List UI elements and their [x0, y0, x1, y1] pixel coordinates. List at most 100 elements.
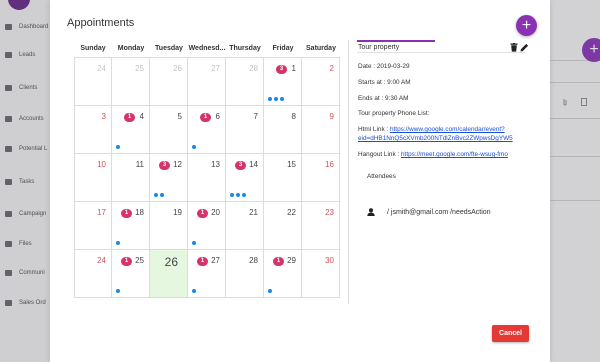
calendar-day[interactable]: 41	[112, 106, 150, 154]
calendar-day[interactable]: 13	[264, 58, 302, 106]
calendar-day[interactable]: 12 3	[150, 154, 188, 202]
calendar-day[interactable]: 21	[226, 202, 264, 250]
event-dot[interactable]	[192, 145, 196, 149]
calendar-day[interactable]: 10	[74, 154, 112, 202]
event-dot[interactable]	[268, 289, 272, 293]
calendar-day[interactable]: 7	[226, 106, 264, 154]
weekday-label: Thursday	[229, 45, 261, 52]
weekday-label: Tuesday	[155, 45, 183, 52]
event-dot[interactable]	[116, 145, 120, 149]
cancel-button[interactable]: Cancel	[492, 325, 529, 342]
day-number: 16	[325, 160, 334, 169]
calendar-day[interactable]: 24	[74, 58, 112, 106]
trash-icon[interactable]	[510, 43, 518, 52]
event-count-badge[interactable]: 1	[121, 209, 132, 218]
html-link-row-2: eid=dHB1NnQ5cXVmb200NTdlZnBvc2ZWpwsDgYW5	[358, 135, 513, 142]
html-link[interactable]: https://www.google.com/calendar/event?	[390, 126, 505, 133]
event-dot[interactable]	[274, 97, 278, 101]
day-number: 3	[101, 112, 106, 121]
event-count-badge[interactable]: 1	[273, 257, 284, 266]
event-dot[interactable]	[154, 193, 158, 197]
event-count-badge[interactable]: 3	[235, 161, 246, 170]
html-link-continued[interactable]: eid=dHB1NnQ5cXVmb200NTdlZnBvc2ZWpwsDgYW5	[358, 135, 513, 142]
weekday-label: Friday	[272, 45, 294, 52]
calendar-day[interactable]: 3	[74, 106, 112, 154]
calendar-day[interactable]: 20 1	[188, 202, 226, 250]
event-dot[interactable]	[116, 289, 120, 293]
event-dot[interactable]	[230, 193, 234, 197]
event-dots	[116, 289, 120, 293]
calendar-day[interactable]: 14 3	[226, 154, 264, 202]
month-calendar: Sunday Monday Tuesday Wednesd... Thursday Fri…	[74, 40, 340, 304]
calendar-day[interactable]: 27	[188, 58, 226, 106]
day-number: 6	[215, 112, 220, 121]
calendar-day[interactable]: 17	[74, 202, 112, 250]
day-number: 11	[135, 160, 144, 169]
calendar-day-today[interactable]: 26	[150, 250, 188, 298]
calendar-day[interactable]: 25 1	[112, 250, 150, 298]
calendar-day[interactable]: 2	[302, 58, 340, 106]
event-count-badge[interactable]: 3	[159, 161, 170, 170]
hangout-link-row: Hangout Link : https://meet.google.com/f…	[358, 151, 508, 158]
event-dots	[192, 289, 196, 293]
html-link-label: Html Link :	[358, 126, 390, 133]
calendar-day[interactable]: 61	[188, 106, 226, 154]
calendar-day[interactable]: 9	[302, 106, 340, 154]
calendar-grid: 24 25 26 27 28 1 3 2 3 4 1 5 6 1 7 8 9 10 11 12 3 13 14 3 15 16 17…	[74, 57, 340, 298]
event-dot[interactable]	[160, 193, 164, 197]
event-count-badge[interactable]: 1	[124, 113, 135, 122]
calendar-day[interactable]: 16	[302, 154, 340, 202]
calendar-day[interactable]: 11	[112, 154, 150, 202]
event-dot[interactable]	[268, 97, 272, 101]
event-count-badge[interactable]: 1	[200, 113, 211, 122]
day-number: 28	[249, 256, 258, 265]
day-number: 14	[249, 160, 258, 169]
calendar-day[interactable]: 24	[74, 250, 112, 298]
event-dots	[192, 145, 196, 149]
calendar-day[interactable]: 27 1	[188, 250, 226, 298]
event-dot[interactable]	[242, 193, 246, 197]
event-dot[interactable]	[116, 241, 120, 245]
day-number: 4	[139, 112, 144, 121]
day-number: 17	[97, 208, 106, 217]
day-number: 28	[249, 64, 258, 73]
calendar-day[interactable]: 28	[226, 58, 264, 106]
calendar-day[interactable]: 5	[150, 106, 188, 154]
calendar-day[interactable]: 8	[264, 106, 302, 154]
event-dot[interactable]	[236, 193, 240, 197]
event-dot[interactable]	[192, 241, 196, 245]
day-number: 27	[211, 256, 220, 265]
event-count-badge[interactable]: 3	[276, 65, 287, 74]
calendar-day[interactable]: 22	[264, 202, 302, 250]
event-dots	[154, 193, 164, 197]
calendar-day[interactable]: 25	[112, 58, 150, 106]
day-number: 27	[211, 64, 220, 73]
day-number: 13	[211, 160, 220, 169]
calendar-day[interactable]: 28	[226, 250, 264, 298]
calendar-day[interactable]: 19	[150, 202, 188, 250]
day-number: 9	[329, 112, 334, 121]
calendar-day[interactable]: 13	[188, 154, 226, 202]
detail-tab-indicator	[357, 40, 435, 42]
event-count-badge[interactable]: 1	[197, 209, 208, 218]
day-number: 26	[164, 255, 178, 269]
event-count-badge[interactable]: 1	[197, 257, 208, 266]
hangout-link[interactable]: https://meet.google.com/fte-wsug-fmo	[401, 151, 508, 158]
pencil-icon[interactable]	[520, 43, 529, 52]
event-dot[interactable]	[280, 97, 284, 101]
appointment-date: Date : 2019-03-29	[358, 63, 410, 70]
calendar-day[interactable]: 15	[264, 154, 302, 202]
add-appointment-button[interactable]: +	[516, 15, 537, 36]
calendar-day[interactable]: 26	[150, 58, 188, 106]
event-dot[interactable]	[192, 289, 196, 293]
day-number: 18	[135, 208, 144, 217]
event-count-badge[interactable]: 1	[121, 257, 132, 266]
calendar-day[interactable]: 29 1	[264, 250, 302, 298]
calendar-day[interactable]: 23	[302, 202, 340, 250]
day-number: 30	[325, 256, 334, 265]
calendar-day[interactable]: 18 1	[112, 202, 150, 250]
divider	[357, 52, 525, 53]
panel-divider	[348, 40, 349, 304]
day-number: 24	[97, 256, 106, 265]
calendar-day[interactable]: 30	[302, 250, 340, 298]
